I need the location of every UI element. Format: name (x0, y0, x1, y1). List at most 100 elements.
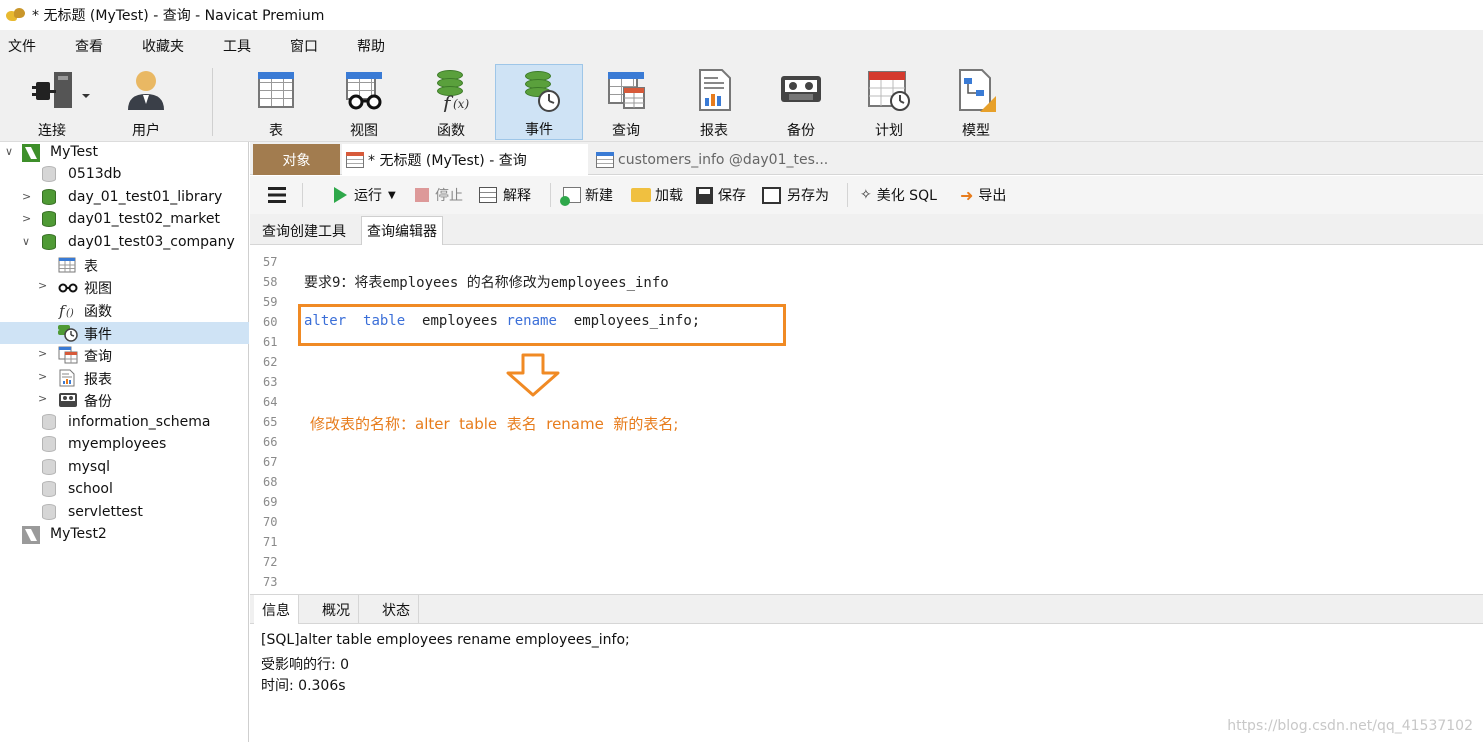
chevron-right-icon[interactable]: > (38, 279, 47, 292)
query-icon (346, 151, 364, 168)
play-icon (334, 187, 347, 203)
explain-button[interactable]: 解释 (479, 185, 531, 205)
menu-bar: 文件 查看 收藏夹 工具 窗口 帮助 (0, 30, 1483, 62)
backup-button[interactable]: 备份 (757, 64, 845, 140)
calendar-clock-icon (867, 68, 911, 112)
tree-backups[interactable]: > 备份 (0, 389, 249, 411)
tree-db-library[interactable]: > day_01_test01_library (0, 187, 249, 209)
event-clock-icon (517, 69, 561, 112)
tab-query-editor[interactable]: 查询编辑器 (361, 216, 443, 245)
database-icon (40, 211, 58, 229)
tab-info[interactable]: 信息 (254, 595, 299, 625)
stop-button[interactable]: 停止 (415, 185, 463, 205)
tree-views[interactable]: > 视图 (0, 276, 249, 298)
folder-icon (631, 188, 651, 202)
tree-tables[interactable]: 表 (0, 254, 249, 276)
user-button[interactable]: 用户 (102, 64, 190, 140)
tree-functions[interactable]: f() 函数 (0, 299, 249, 321)
run-button[interactable]: 运行 ▼ (334, 185, 396, 205)
highlight-box (298, 304, 786, 346)
tree-connection-mytest2[interactable]: MyTest2 (0, 524, 249, 546)
tree-db-market[interactable]: > day01_test02_market (0, 209, 249, 231)
code-line-58: 要求9：将表employees 的名称修改为employees_info (304, 275, 669, 291)
database-icon (40, 189, 58, 207)
explain-icon (479, 187, 497, 203)
function-icon: f() (58, 301, 76, 320)
tree-db-0513db[interactable]: 0513db (0, 164, 249, 186)
backup-tape-icon (779, 68, 823, 112)
tree-db-myemployees[interactable]: myemployees (0, 434, 249, 456)
menu-view[interactable]: 查看 (68, 36, 110, 56)
svg-text:(x): (x) (453, 97, 469, 111)
magic-wand-icon: ✧ (860, 187, 872, 203)
menu-icon[interactable] (268, 187, 286, 203)
database-icon (40, 504, 58, 522)
tab-query[interactable]: * 无标题 (MyTest) - 查询 (342, 144, 588, 175)
save-as-button[interactable]: 另存为 (762, 185, 829, 205)
database-icon (40, 436, 58, 454)
tree-db-servlettest[interactable]: servlettest (0, 502, 249, 524)
database-icon (40, 234, 58, 252)
toolbar-separator (212, 68, 213, 136)
user-icon (124, 68, 168, 112)
menu-window[interactable]: 窗口 (283, 36, 325, 56)
report-icon (692, 68, 736, 112)
view-button[interactable]: 视图 (320, 64, 408, 140)
model-button[interactable]: 模型 (932, 64, 1020, 140)
toolbar-separator (302, 183, 303, 207)
tab-customers-info[interactable]: customers_info @day01_tes... (592, 144, 842, 175)
save-as-icon (762, 186, 781, 204)
chevron-right-icon[interactable]: > (38, 392, 47, 405)
tree-events[interactable]: 事件 (0, 322, 249, 344)
report-button[interactable]: 报表 (670, 64, 758, 140)
tab-summary[interactable]: 概况 (314, 595, 359, 625)
tree-db-company[interactable]: ∨ day01_test03_company (0, 232, 249, 254)
tree-db-mysql[interactable]: mysql (0, 457, 249, 479)
connect-button[interactable]: 连接 (8, 64, 96, 140)
save-button[interactable]: 保存 (696, 185, 746, 205)
tree-db-information-schema[interactable]: information_schema (0, 412, 249, 434)
chevron-right-icon[interactable]: > (38, 370, 47, 383)
glasses-icon (342, 68, 386, 112)
beautify-sql-button[interactable]: ✧ 美化 SQL (860, 185, 937, 205)
load-button[interactable]: 加载 (631, 185, 683, 205)
menu-tools[interactable]: 工具 (216, 36, 258, 56)
menu-favorites[interactable]: 收藏夹 (135, 36, 191, 56)
export-arrow-icon: ➜ (960, 185, 974, 205)
result-tabs: 信息 概况 状态 (250, 594, 1483, 625)
tree-db-school[interactable]: school (0, 479, 249, 501)
export-button[interactable]: ➜ 导出 (960, 185, 1006, 205)
schedule-button[interactable]: 计划 (845, 64, 933, 140)
chevron-down-icon[interactable]: ▼ (388, 190, 396, 201)
sql-editor[interactable]: 57 58 59 60 61 62 63 64 65 66 67 68 69 7… (250, 245, 1483, 590)
menu-help[interactable]: 帮助 (350, 36, 392, 56)
tab-status[interactable]: 状态 (374, 595, 419, 625)
info-panel: [SQL]alter table employees rename employ… (250, 624, 1483, 742)
message-sql: [SQL]alter table employees rename employ… (261, 632, 630, 648)
query-button[interactable]: 查询 (582, 64, 670, 140)
tree-reports[interactable]: > 报表 (0, 367, 249, 389)
table-icon (596, 151, 614, 168)
tree-connection-mytest[interactable]: ∨ MyTest (0, 142, 249, 164)
toolbar-separator (550, 183, 551, 207)
tab-objects[interactable]: 对象 (253, 144, 340, 175)
svg-text:(): () (66, 308, 74, 319)
chevron-down-icon[interactable]: ∨ (5, 145, 13, 158)
function-button[interactable]: f (x) 函数 (407, 64, 495, 140)
table-button[interactable]: 表 (232, 64, 320, 140)
tree-queries[interactable]: > 查询 (0, 344, 249, 366)
tab-query-builder[interactable]: 查询创建工具 (257, 216, 351, 245)
chevron-right-icon[interactable]: > (38, 347, 47, 360)
new-icon (560, 187, 581, 206)
query-icon (58, 346, 78, 364)
new-button[interactable]: 新建 (560, 185, 613, 206)
event-button[interactable]: 事件 (495, 64, 583, 140)
database-icon (40, 166, 58, 184)
backup-tape-icon (58, 391, 77, 409)
chevron-right-icon[interactable]: > (22, 212, 31, 225)
menu-file[interactable]: 文件 (1, 36, 43, 56)
chevron-right-icon[interactable]: > (22, 190, 31, 203)
annotation-text: 修改表的名称：alter table 表名 rename 新的表名; (310, 415, 679, 433)
model-icon (954, 68, 998, 112)
chevron-down-icon[interactable]: ∨ (22, 235, 30, 248)
